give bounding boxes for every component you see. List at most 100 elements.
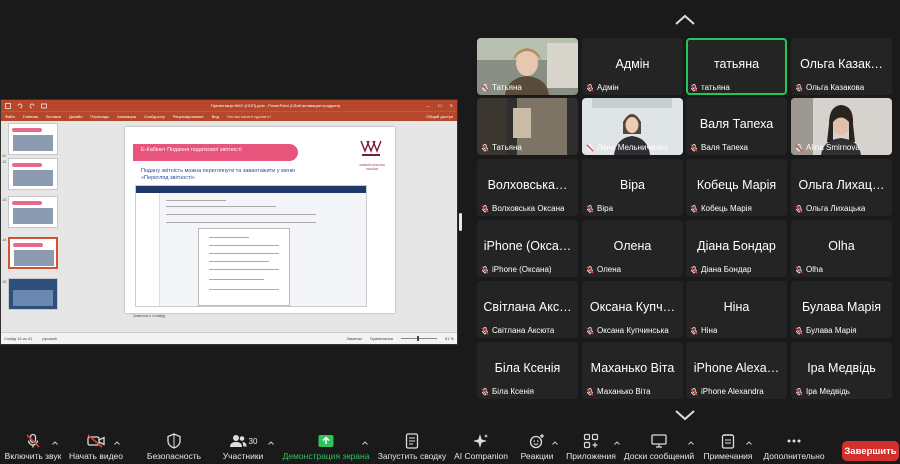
- chevron-up-icon[interactable]: [614, 441, 620, 445]
- ribbon-tab[interactable]: Дизайн: [69, 114, 82, 119]
- notes-button[interactable]: Примечания: [700, 432, 756, 464]
- split-view-handle[interactable]: [459, 213, 462, 231]
- participant-name-tag: Ольга Казакова: [795, 83, 864, 92]
- chevron-up-icon[interactable]: [674, 14, 696, 26]
- close-icon[interactable]: ✕: [450, 103, 453, 108]
- participant-display-name: Валя Тапеха: [699, 117, 774, 131]
- participant-tile[interactable]: Біла Ксенія Біла Ксенія: [477, 342, 578, 399]
- participants-button[interactable]: 30 Участники: [220, 432, 266, 464]
- smiley-plus-icon: [529, 434, 544, 449]
- notes-toggle[interactable]: Заметки: [346, 336, 361, 341]
- security-button[interactable]: Безопасность: [146, 432, 202, 464]
- chevron-up-icon[interactable]: [362, 441, 368, 445]
- start-video-button[interactable]: Начать видео: [68, 432, 124, 464]
- ribbon-tab[interactable]: Вид: [212, 114, 219, 119]
- shared-screen[interactable]: Презентація ЖКУ (НОП).pptx - PowerPoint …: [0, 99, 458, 345]
- chevron-down-icon[interactable]: [674, 409, 696, 421]
- slide-thumbnail[interactable]: [8, 123, 58, 155]
- participant-tile[interactable]: Ольга Лихац… Ольга Лихацька: [791, 159, 892, 216]
- participant-name: Віра: [597, 204, 614, 213]
- more-button[interactable]: Дополнительно: [758, 432, 830, 464]
- comments-toggle[interactable]: Примечания: [370, 336, 393, 341]
- slide-banner: Е-Кабінет Подання податкової звітності: [133, 144, 298, 161]
- slide-thumbnail-selected[interactable]: [8, 237, 58, 269]
- mic-muted-icon: [690, 387, 698, 396]
- chevron-up-icon[interactable]: [268, 441, 274, 445]
- minimize-icon[interactable]: —: [426, 103, 430, 108]
- zoom-slider[interactable]: [400, 336, 437, 341]
- chevron-up-icon[interactable]: [114, 441, 120, 445]
- participant-tile[interactable]: Ольга Казак… Ольга Казакова: [791, 38, 892, 95]
- ribbon-tab[interactable]: Файл: [5, 114, 15, 119]
- participant-name-tag: Лена Мельниченко: [586, 143, 668, 152]
- participant-tile[interactable]: Віра Віра: [582, 159, 683, 216]
- tell-me-search[interactable]: Что вы хотите сделать?: [227, 114, 271, 119]
- mic-muted-icon: [586, 326, 594, 335]
- reactions-button[interactable]: Реакции: [518, 432, 556, 464]
- participant-tile[interactable]: iPhone Alexa… iPhone Alexandra: [686, 342, 787, 399]
- mic-muted-icon: [795, 387, 803, 396]
- participant-tile[interactable]: Олена Олена: [582, 220, 683, 277]
- chevron-up-icon[interactable]: [688, 441, 694, 445]
- undo-icon[interactable]: [17, 103, 23, 109]
- slide-thumbnail[interactable]: [8, 196, 58, 228]
- chevron-up-icon[interactable]: [552, 441, 558, 445]
- ribbon-tab[interactable]: Переходы: [90, 114, 109, 119]
- participant-tile[interactable]: Булава Марія Булава Марія: [791, 281, 892, 338]
- participant-name: Валя Тапеха: [701, 143, 748, 152]
- current-slide[interactable]: Е-Кабінет Подання податкової звітності Ж…: [125, 127, 395, 313]
- participant-tile[interactable]: Alina Smirnova: [791, 98, 892, 155]
- ai-companion-button[interactable]: AI Companion: [454, 432, 508, 464]
- notes-icon: [721, 434, 735, 449]
- participant-tile[interactable]: iPhone (Окса… iPhone (Оксана): [477, 220, 578, 277]
- chevron-up-icon[interactable]: [746, 441, 752, 445]
- ribbon-tab[interactable]: Вставка: [46, 114, 61, 119]
- ribbon-tab[interactable]: Главная: [23, 114, 38, 119]
- slide-notes[interactable]: Заметки к слайду: [133, 313, 165, 318]
- participant-tile[interactable]: Татьяна: [477, 98, 578, 155]
- participant-tile[interactable]: Ніна Ніна: [686, 281, 787, 338]
- participant-tile[interactable]: Лена Мельниченко: [582, 98, 683, 155]
- participant-tile[interactable]: Адмін Адмін: [582, 38, 683, 95]
- mic-muted-icon: [481, 204, 489, 213]
- mic-muted-icon: [481, 143, 489, 152]
- share-screen-button[interactable]: Демонстрация экрана: [283, 432, 369, 464]
- participant-name-tag: Світлана Аксюта: [481, 326, 554, 335]
- participant-display-name: Ольга Лихац…: [798, 178, 885, 192]
- participant-name-tag: Віра: [586, 204, 613, 213]
- thumb-number: 13: [2, 197, 7, 202]
- slide-thumbnail[interactable]: [8, 278, 58, 310]
- ribbon-tab[interactable]: Слайд-шоу: [144, 114, 165, 119]
- mute-button[interactable]: Включить звук: [4, 432, 62, 464]
- apps-button[interactable]: Приложения: [566, 432, 616, 464]
- ribbon-tab[interactable]: Рецензирование: [173, 114, 204, 119]
- save-icon[interactable]: [5, 102, 11, 109]
- participant-display-name: Діана Бондар: [697, 239, 776, 253]
- summary-label: Запустить сводку: [377, 451, 447, 461]
- whiteboards-button[interactable]: Доски сообщений: [624, 432, 694, 464]
- ppt-share-button[interactable]: Общий доступ: [426, 114, 453, 119]
- slide-thumbnail[interactable]: [8, 158, 58, 190]
- slideshow-icon[interactable]: [41, 103, 47, 109]
- participant-tile[interactable]: Іра Медвідь Іра Медвідь: [791, 342, 892, 399]
- participant-display-name: Olha: [828, 239, 855, 253]
- participant-tile[interactable]: Маханько Віта Маханько Віта: [582, 342, 683, 399]
- participant-tile[interactable]: Татьяна: [477, 38, 578, 95]
- redo-icon[interactable]: [29, 103, 35, 109]
- maximize-icon[interactable]: ☐: [438, 103, 442, 108]
- participant-tile[interactable]: татьяна татьяна: [686, 38, 787, 95]
- participant-tile[interactable]: Оксана Купч… Оксана Купчинська: [582, 281, 683, 338]
- participant-name: Олена: [597, 265, 622, 274]
- ribbon-tab[interactable]: Анимация: [117, 114, 136, 119]
- participant-display-name: Іра Медвідь: [807, 361, 876, 375]
- participant-tile[interactable]: Olha Olha: [791, 220, 892, 277]
- participant-tile[interactable]: Діана Бондар Діана Бондар: [686, 220, 787, 277]
- end-meeting-button[interactable]: Завершить: [842, 441, 899, 461]
- participant-tile[interactable]: Кобець Марія Кобець Марія: [686, 159, 787, 216]
- chevron-up-icon[interactable]: [52, 441, 58, 445]
- start-summary-button[interactable]: Запустить сводку: [378, 432, 446, 464]
- participant-tile[interactable]: Валя Тапеха Валя Тапеха: [686, 98, 787, 155]
- participant-tile[interactable]: Волховська… Волховська Оксана: [477, 159, 578, 216]
- participant-tile[interactable]: Світлана Акс… Світлана Аксюта: [477, 281, 578, 338]
- thumb-number: 11: [2, 153, 7, 158]
